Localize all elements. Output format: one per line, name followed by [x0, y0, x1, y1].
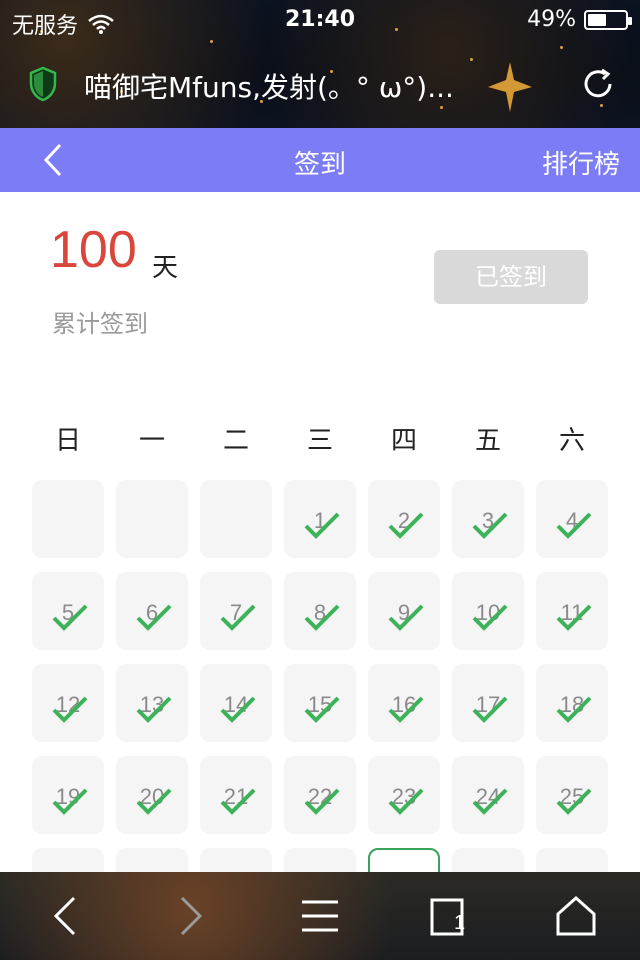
- shield-icon: [29, 66, 57, 102]
- weekday-label: 五: [474, 426, 501, 456]
- checkmark-icon: [472, 512, 508, 539]
- weekday-label: 三: [306, 426, 333, 456]
- total-days-number: 100: [50, 221, 137, 279]
- calendar-day[interactable]: 14: [200, 664, 272, 742]
- checkmark-icon: [388, 696, 424, 723]
- back-icon[interactable]: [50, 894, 80, 938]
- checkmark-icon: [220, 696, 256, 723]
- reload-icon[interactable]: [578, 64, 618, 104]
- weekday-label: 四: [390, 426, 417, 456]
- calendar-day[interactable]: [116, 480, 188, 558]
- sparkle: [560, 46, 563, 49]
- checkmark-icon: [472, 788, 508, 815]
- checkmark-icon: [472, 604, 508, 631]
- checkmark-icon: [52, 788, 88, 815]
- weekday-header: 日一二三四五六: [0, 420, 640, 460]
- calendar-day[interactable]: [32, 480, 104, 558]
- status-bar: 无服务 21:40 49%: [0, 0, 640, 44]
- checkmark-icon: [52, 696, 88, 723]
- calendar-day[interactable]: 17: [452, 664, 524, 742]
- browser-top-area: 无服务 21:40 49% 喵御宅Mfuns,发射(。° ω°)...: [0, 0, 640, 128]
- days-unit: 天: [152, 253, 179, 283]
- calendar-day[interactable]: 6: [116, 572, 188, 650]
- calendar-day[interactable]: 4: [536, 480, 608, 558]
- checkmark-icon: [388, 512, 424, 539]
- calendar-day[interactable]: 22: [284, 756, 356, 834]
- bottom-toolbar: 1: [0, 872, 640, 960]
- calendar-day[interactable]: 24: [452, 756, 524, 834]
- calendar-day[interactable]: 19: [32, 756, 104, 834]
- menu-icon[interactable]: [300, 894, 340, 938]
- checkmark-icon: [304, 604, 340, 631]
- tabs-button[interactable]: 1: [428, 894, 472, 938]
- calendar-day[interactable]: 8: [284, 572, 356, 650]
- calendar-day[interactable]: 15: [284, 664, 356, 742]
- checkmark-icon: [556, 696, 592, 723]
- checkmark-icon: [556, 512, 592, 539]
- checkmark-icon: [304, 696, 340, 723]
- checkmark-icon: [304, 788, 340, 815]
- checkmark-icon: [220, 788, 256, 815]
- checkmark-icon: [136, 604, 172, 631]
- total-checkin-label: 累计签到: [52, 310, 148, 338]
- calendar-day[interactable]: 16: [368, 664, 440, 742]
- checkin-summary: 100 天 累计签到 已签到: [0, 192, 640, 392]
- checkmark-icon: [304, 512, 340, 539]
- calendar-day[interactable]: 25: [536, 756, 608, 834]
- weekday-label: 日: [54, 426, 81, 456]
- tabs-count: 1: [454, 912, 466, 934]
- checkmark-icon: [388, 788, 424, 815]
- home-icon[interactable]: [554, 894, 598, 938]
- forward-icon[interactable]: [176, 894, 206, 938]
- checkmark-icon: [388, 604, 424, 631]
- calendar-day[interactable]: 21: [200, 756, 272, 834]
- calendar-day[interactable]: 13: [116, 664, 188, 742]
- calendar-day[interactable]: 18: [536, 664, 608, 742]
- checkmark-icon: [556, 788, 592, 815]
- address-bar[interactable]: 喵御宅Mfuns,发射(。° ω°)...: [0, 52, 640, 116]
- weekday-label: 二: [222, 426, 249, 456]
- checked-in-button[interactable]: 已签到: [434, 250, 588, 304]
- tabs-icon: [430, 898, 464, 936]
- calendar-day[interactable]: 7: [200, 572, 272, 650]
- calendar-day[interactable]: 11: [536, 572, 608, 650]
- status-right: 49%: [527, 7, 632, 32]
- calendar-day[interactable]: 12: [32, 664, 104, 742]
- calendar-day[interactable]: 3: [452, 480, 524, 558]
- leaderboard-link[interactable]: 排行榜: [542, 144, 620, 181]
- checkmark-icon: [472, 696, 508, 723]
- star-decoration-icon: [488, 62, 532, 112]
- calendar-day[interactable]: [200, 480, 272, 558]
- calendar-day[interactable]: 1: [284, 480, 356, 558]
- page-header: 签到 排行榜: [0, 128, 640, 192]
- calendar-day[interactable]: 5: [32, 572, 104, 650]
- calendar-day[interactable]: 23: [368, 756, 440, 834]
- weekday-label: 六: [558, 426, 585, 456]
- page-title[interactable]: 喵御宅Mfuns,发射(。° ω°)...: [84, 66, 454, 106]
- calendar-day[interactable]: 2: [368, 480, 440, 558]
- calendar-day[interactable]: 9: [368, 572, 440, 650]
- checkmark-icon: [136, 788, 172, 815]
- weekday-label: 一: [138, 426, 165, 456]
- battery-percent: 49%: [527, 7, 576, 32]
- checkmark-icon: [52, 604, 88, 631]
- checkmark-icon: [556, 604, 592, 631]
- checkmark-icon: [136, 696, 172, 723]
- checkmark-icon: [220, 604, 256, 631]
- calendar-day[interactable]: 10: [452, 572, 524, 650]
- battery-icon: [584, 9, 632, 30]
- battery-level: [588, 13, 606, 26]
- calendar-day[interactable]: 20: [116, 756, 188, 834]
